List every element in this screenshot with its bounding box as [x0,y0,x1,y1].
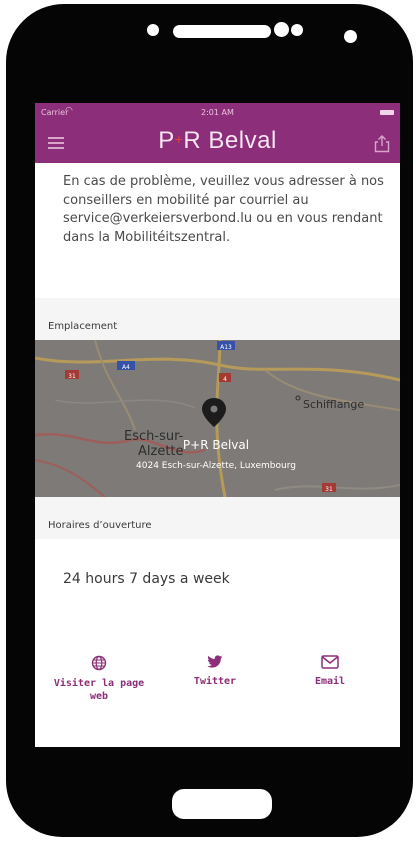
location-section-header: Emplacement [35,298,400,340]
road-label: 31 [325,486,333,493]
twitter-icon [207,655,223,668]
earpiece-speaker [173,25,271,38]
website-label-line1: Visiter la page [53,678,145,689]
hours-section-header: Horaires d’ouverture [35,497,400,539]
map-graphic: A13 A4 31 4 31 Esch-sur- Alzette Schiffl… [35,340,400,497]
sensor-dot [147,24,159,36]
mail-icon [321,655,339,669]
contact-notice: En cas de problème, veuillez vous adress… [63,174,384,245]
status-bar: Carrier ◠ 2:01 AM [35,103,400,123]
road-label: A13 [220,344,232,351]
sensor-dot [274,22,289,37]
city-label: Esch-sur- [124,429,184,444]
title-left: P [158,127,175,154]
city-label: Alzette [138,444,184,459]
road-label: A4 [122,364,130,371]
globe-icon [91,655,107,671]
road-label: 4 [223,376,227,383]
app-screen: Carrier ◠ 2:01 AM P+R Belval En cas de p… [35,103,400,747]
map-marker-name: P+R Belval [183,438,249,452]
opening-hours-text: 24 hours 7 days a week [63,571,230,587]
sensor-dot [291,24,303,36]
location-section-label: Emplacement [48,321,118,332]
town-label: Schifflange [303,398,364,411]
road-label: 31 [68,373,76,380]
status-time: 2:01 AM [201,108,234,117]
battery-icon [380,110,394,115]
website-label-line2: web [89,691,109,702]
page-title: P+R Belval [35,127,400,155]
wifi-icon: ◠ [65,106,73,116]
nav-bar: P+R Belval [35,123,400,163]
home-button[interactable] [172,789,272,819]
twitter-label: Twitter [193,676,237,687]
email-label: Email [314,676,346,687]
website-button[interactable]: Visiter la page web [44,655,154,703]
location-map[interactable]: A13 A4 31 4 31 Esch-sur- Alzette Schiffl… [35,340,400,497]
title-right: R Belval [183,127,277,154]
twitter-button[interactable]: Twitter [160,655,270,688]
hours-section-label: Horaires d’ouverture [48,520,152,531]
share-icon[interactable] [374,135,390,153]
front-camera [344,30,357,43]
email-button[interactable]: Email [275,655,385,688]
map-marker-address: 4024 Esch-sur-Alzette, Luxembourg [136,461,296,471]
